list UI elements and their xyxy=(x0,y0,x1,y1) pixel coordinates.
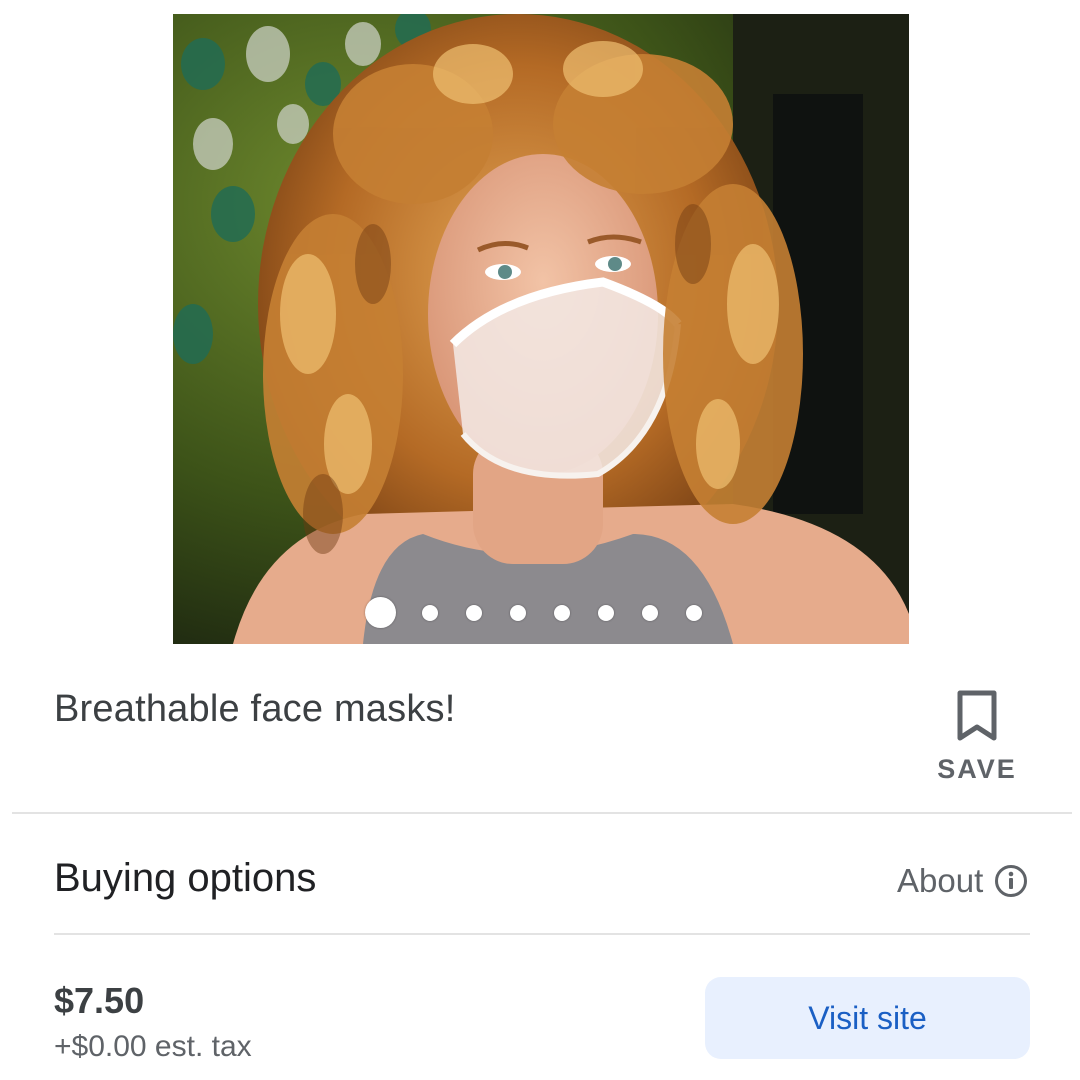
product-photo xyxy=(173,14,909,644)
save-button[interactable]: SAVE xyxy=(932,690,1022,790)
product-title-row: Breathable face masks! SAVE xyxy=(0,660,1080,813)
carousel-indicator xyxy=(173,597,908,628)
offer-divider xyxy=(54,933,1030,935)
carousel-dot-6[interactable] xyxy=(597,604,614,621)
carousel-dot-1[interactable] xyxy=(364,597,396,628)
section-divider xyxy=(12,812,1072,814)
visit-site-button[interactable]: Visit site xyxy=(705,977,1030,1059)
about-label: About xyxy=(897,862,984,899)
carousel-dot-7[interactable] xyxy=(641,604,658,621)
carousel-dot-2[interactable] xyxy=(421,604,438,621)
product-title: Breathable face masks! xyxy=(54,688,456,730)
info-icon xyxy=(995,865,1028,897)
buying-options-heading: Buying options xyxy=(54,856,317,900)
carousel-dot-5[interactable] xyxy=(553,604,570,621)
carousel-dot-3[interactable] xyxy=(465,604,482,621)
offer-price: $7.50 xyxy=(54,980,145,1021)
product-image-carousel[interactable] xyxy=(173,14,909,644)
carousel-dot-8[interactable] xyxy=(685,604,702,621)
about-button[interactable]: About xyxy=(897,862,1028,900)
save-label: SAVE xyxy=(937,754,1017,784)
carousel-dot-4[interactable] xyxy=(509,604,526,621)
bookmark-icon xyxy=(957,690,997,741)
offer-tax: +$0.00 est. tax xyxy=(54,1030,252,1063)
